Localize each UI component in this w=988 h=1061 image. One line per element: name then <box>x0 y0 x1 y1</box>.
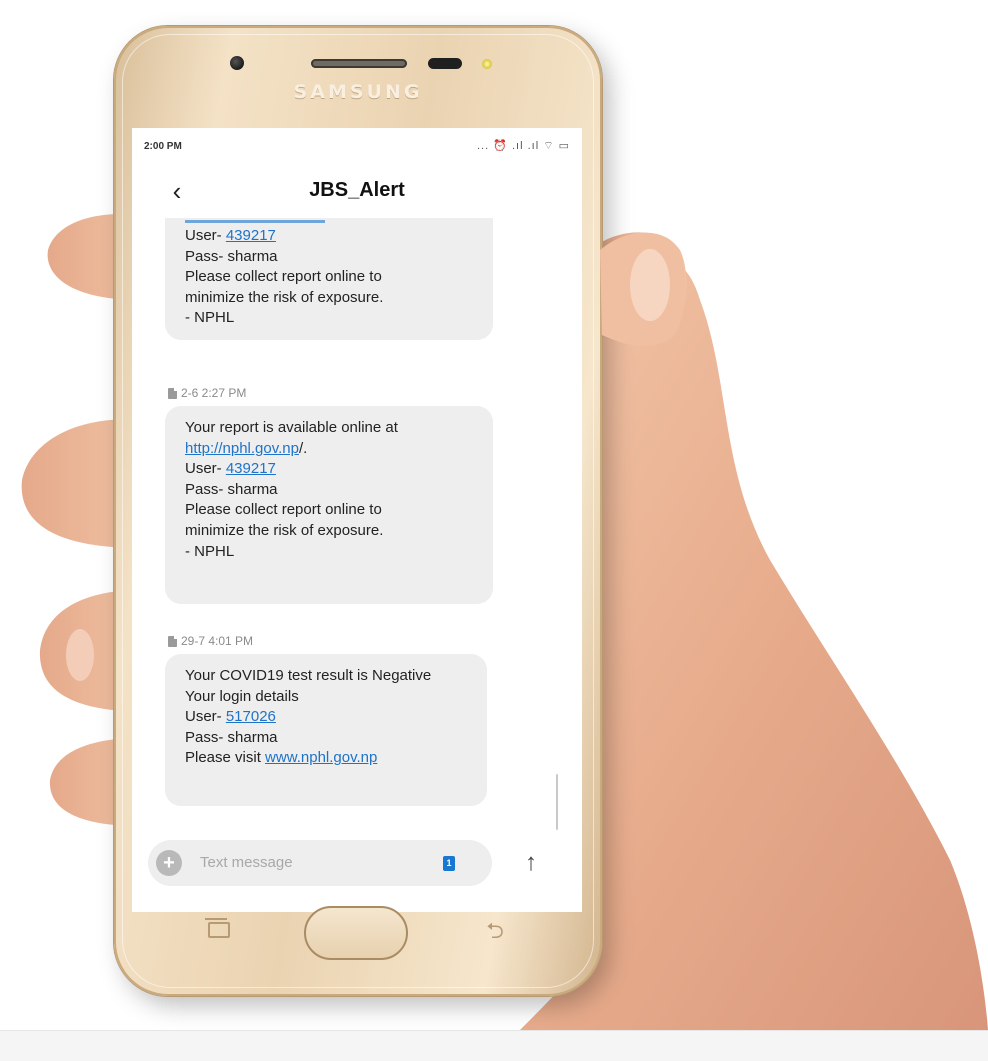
user-id-link[interactable]: 517026 <box>226 708 276 725</box>
message-line: Your login details <box>185 687 299 705</box>
home-button[interactable] <box>304 906 408 960</box>
message-bubble[interactable]: User- 439217 Pass- sharma Please collect… <box>165 218 493 340</box>
conversation-header: ‹ JBS_Alert <box>132 168 582 218</box>
website-link[interactable]: http://nphl.gov.np <box>185 440 299 457</box>
website-link[interactable]: www.nphl.gov.np <box>265 749 377 766</box>
conversation-title: JBS_Alert <box>309 179 405 201</box>
sim-card-icon <box>168 387 177 399</box>
front-camera-icon <box>230 56 244 70</box>
status-bar: 2:00 PM ... ⏰ .ıl .ıl ⌔ ▭ <box>132 128 582 164</box>
status-time: 2:00 PM <box>144 140 182 152</box>
clipped-link-row <box>185 218 473 224</box>
message-scrollbar[interactable] <box>556 774 558 830</box>
sim-1-icon: 1 <box>443 855 455 871</box>
compose-bar: + Text message 1 ↑ <box>132 832 582 912</box>
message-timestamp: 2-6 2:27 PM <box>168 386 246 400</box>
compose-placeholder: Text message <box>200 854 293 871</box>
bottom-strip <box>0 1031 988 1061</box>
sim-select-button[interactable]: 1 <box>438 852 460 874</box>
message-line: Please visit www.nphl.gov.np <box>185 749 378 767</box>
earpiece-speaker <box>311 59 407 68</box>
message-line: minimize the risk of exposure. <box>185 521 384 539</box>
message-line: - NPHL <box>185 309 235 327</box>
message-list[interactable]: User- 439217 Pass- sharma Please collect… <box>132 218 582 830</box>
message-line: - NPHL <box>185 542 235 560</box>
add-attachment-button[interactable]: + <box>156 850 182 876</box>
recent-apps-button[interactable] <box>205 918 230 938</box>
text-message-input[interactable]: + Text message 1 <box>148 840 492 886</box>
message-line: User- 517026 <box>185 708 276 726</box>
message-line: Please collect report online to <box>185 501 382 519</box>
return-arrow-icon: ⮌ <box>486 918 504 943</box>
message-bubble[interactable]: Your COVID19 test result is Negative You… <box>165 654 487 806</box>
arrow-up-icon: ↑ <box>525 849 537 876</box>
plus-circle-icon: + <box>163 852 175 874</box>
status-icons: ... ⏰ .ıl .ıl ⌔ ▭ <box>477 140 570 152</box>
message-line: Pass- sharma <box>185 728 278 746</box>
photo-scene: SAMSUNG 2:00 PM ... ⏰ .ıl .ıl ⌔ ▭ ‹ JBS_… <box>0 0 988 1061</box>
message-line: Please collect report online to <box>185 268 382 286</box>
message-line: http://nphl.gov.np/. <box>185 439 308 457</box>
brand-logo: SAMSUNG <box>293 81 423 103</box>
user-id-link[interactable]: 439217 <box>226 227 276 244</box>
phone-screen: 2:00 PM ... ⏰ .ıl .ıl ⌔ ▭ ‹ JBS_Alert Us… <box>132 128 582 912</box>
hardware-back-button[interactable]: ⮌ <box>480 920 510 942</box>
message-line: minimize the risk of exposure. <box>185 288 384 306</box>
hand-front-overlay <box>600 232 686 346</box>
thumbnail-front <box>630 249 670 321</box>
fingernail-shape <box>66 629 94 681</box>
message-line: User- 439217 <box>185 460 276 478</box>
notification-led <box>482 59 492 69</box>
sim-card-icon <box>168 635 177 647</box>
user-id-link[interactable]: 439217 <box>226 460 276 477</box>
send-button[interactable]: ↑ <box>514 846 548 880</box>
proximity-sensor <box>428 58 462 69</box>
message-line: User- 439217 <box>185 227 276 244</box>
phone-body: SAMSUNG 2:00 PM ... ⏰ .ıl .ıl ⌔ ▭ ‹ JBS_… <box>114 26 602 996</box>
message-timestamp: 29-7 4:01 PM <box>168 634 253 648</box>
message-bubble[interactable]: Your report is available online at http:… <box>165 406 493 604</box>
message-line: Your COVID19 test result is Negative <box>185 667 432 684</box>
message-line: Pass- sharma <box>185 480 278 498</box>
message-line: Your report is available online at <box>185 419 398 436</box>
message-line: Pass- sharma <box>185 247 278 265</box>
